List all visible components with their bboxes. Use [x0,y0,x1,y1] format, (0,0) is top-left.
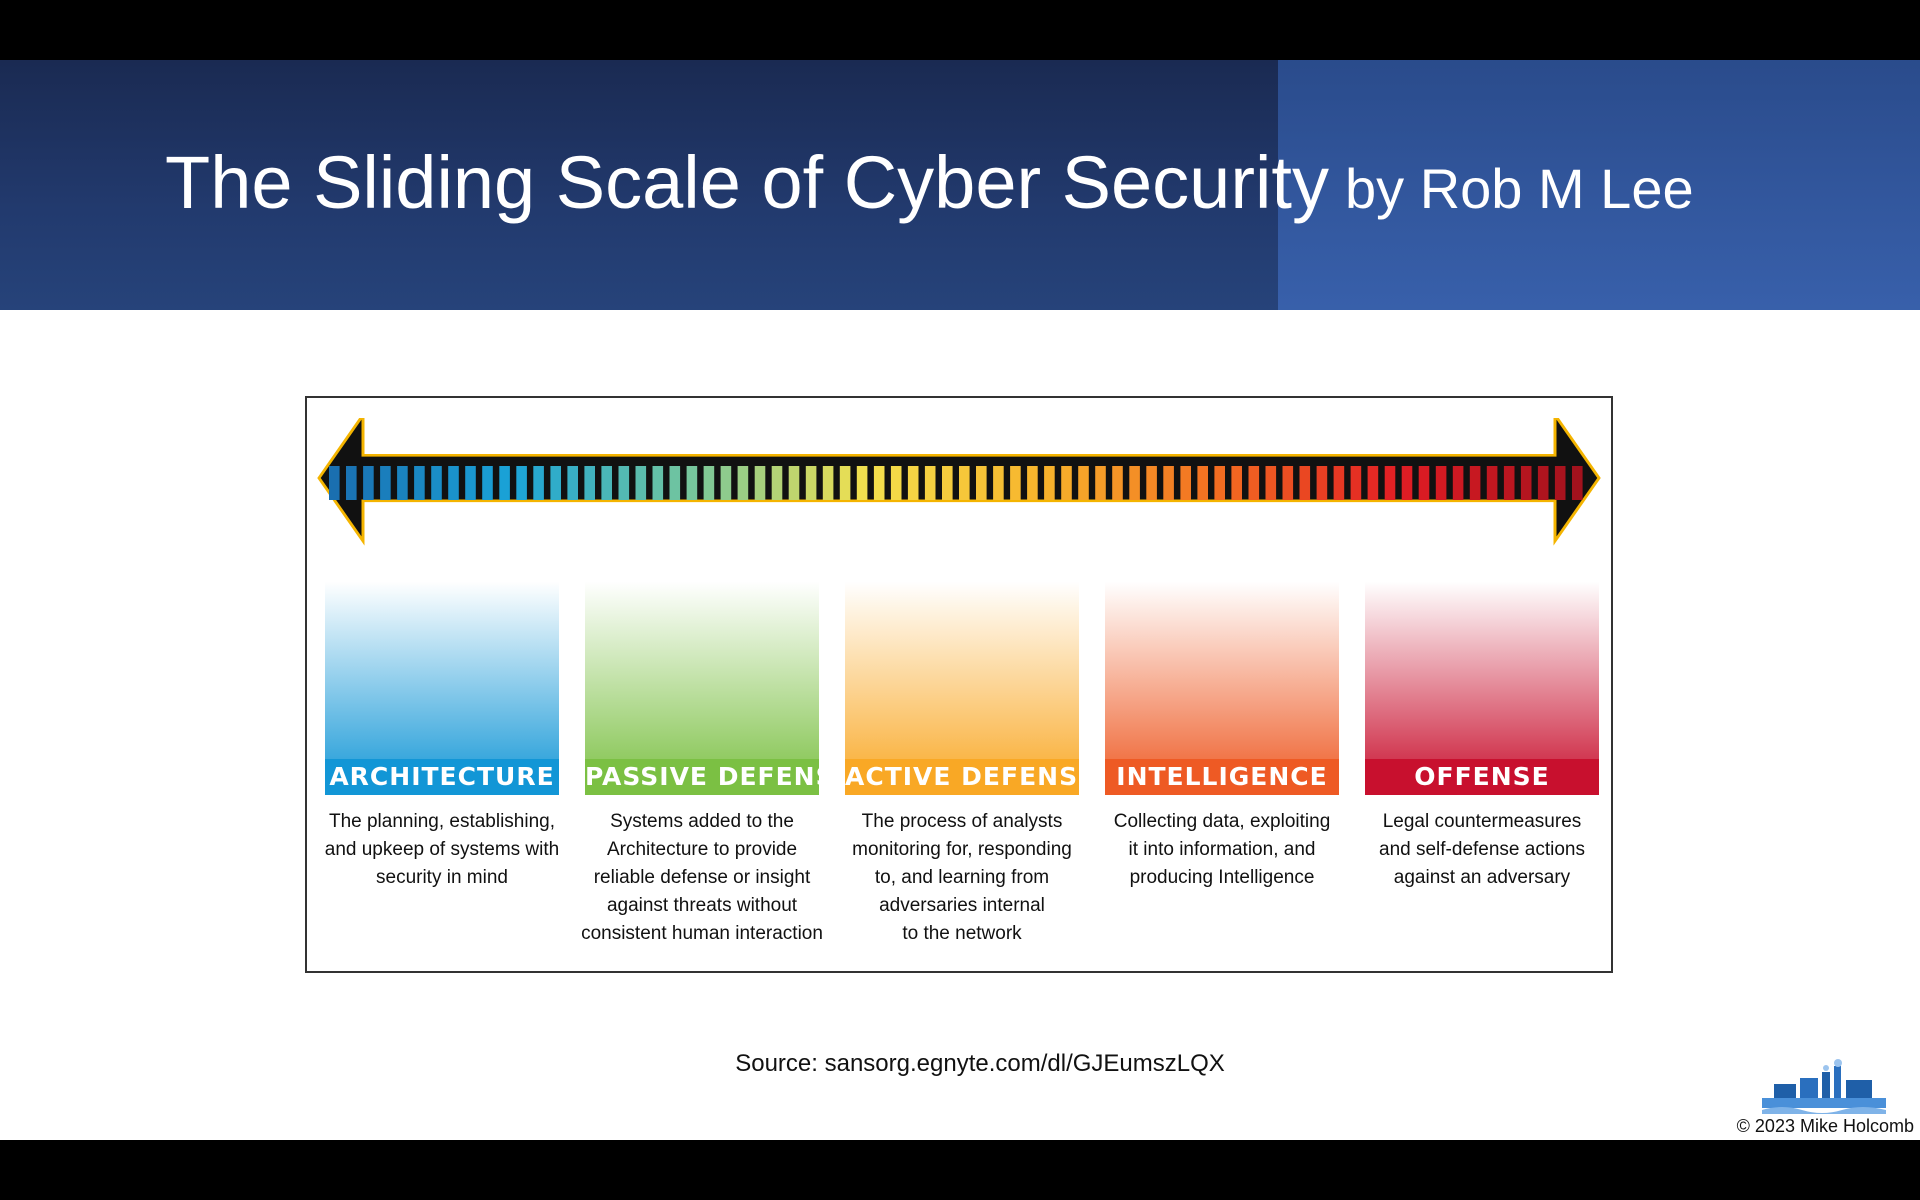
scale-segment [993,466,1004,500]
sliding-scale-diagram: ARCHITECTURE The planning, establishing,… [305,396,1613,973]
scale-segment [1418,466,1430,500]
title-main: The Sliding Scale of Cyber Security [165,141,1329,224]
scale-segment [1554,466,1566,500]
offense-description: Legal countermeasures and self-defense a… [1379,811,1585,888]
slide: The Sliding Scale of Cyber Security by Ro… [0,60,1920,1140]
scale-segment [1486,466,1498,500]
scale-segment [1520,466,1532,500]
scale-segment [1231,466,1242,500]
top-letterbox-bar [0,0,1920,60]
scale-segment [448,466,459,500]
scale-segment [1367,466,1379,500]
scale-segment [1146,466,1157,500]
sliding-scale-arrow [317,418,1601,546]
slide-header: The Sliding Scale of Cyber Security by Ro… [0,60,1920,310]
scale-segment [584,466,595,500]
slide-title: The Sliding Scale of Cyber Security by Ro… [165,140,1694,225]
scale-segment [1061,466,1072,500]
scale-segment [1044,466,1055,500]
scale-segment [1078,466,1089,500]
intelligence-description: Collecting data, exploiting it into info… [1113,811,1331,888]
scale-segment [737,466,749,500]
active-defense-label: ACTIVE DEFENSE [845,759,1095,795]
scale-segment [635,466,647,500]
scale-segment [1010,466,1021,500]
scale-segment [976,466,987,500]
scale-segment [771,466,783,500]
scale-segment [1316,466,1328,500]
scale-segment [1163,466,1174,500]
scale-segment [329,466,340,500]
scale-segment [1452,466,1464,500]
passive-defense-description: Systems added to the Architecture to pro… [581,811,823,944]
scale-segment [1180,466,1191,500]
scale-segment [1197,466,1208,500]
scale-segment [822,466,834,500]
scale-segment [1112,466,1123,500]
intelligence-label: INTELLIGENCE [1105,759,1339,795]
scale-segment [788,466,800,500]
scale-segment [499,466,510,500]
scale-segment [1095,466,1106,500]
scale-segment [482,466,493,500]
scale-segment [839,466,851,500]
scale-segment [1129,466,1140,500]
scale-segment [1503,466,1515,500]
copyright-text: © 2023 Mike Holcomb [1736,1116,1914,1136]
scale-segment [873,466,885,500]
title-sub: by Rob M Lee [1344,157,1694,220]
active-defense-description: The process of analysts monitoring for, … [852,811,1072,944]
scale-segment [754,466,766,500]
scale-segment [1350,466,1362,500]
scale-segment [720,466,732,500]
scale-segment [567,466,578,500]
offense-label: OFFENSE [1365,759,1599,795]
bottom-letterbox-bar [0,1140,1920,1200]
scale-segment [1572,466,1583,500]
scale-segment [1537,466,1549,500]
scale-segment [1333,466,1345,500]
scale-segment [397,466,408,500]
scale-segment [1299,466,1311,500]
scale-segment [380,466,391,500]
scale-segment [924,466,936,500]
scale-segment [363,466,374,500]
scale-segment [890,466,902,500]
scale-segment [550,466,561,500]
scale-segment [805,466,817,500]
scale-segment [669,466,681,500]
industrial-plant-logo-icon [1762,1059,1886,1114]
scale-segment [516,466,527,500]
scale-segment [1384,466,1396,500]
architecture-description: The planning, establishing, and upkeep o… [324,811,560,888]
scale-segment [533,466,544,500]
scale-segment [942,466,953,500]
scale-segment [601,466,612,500]
passive-defense-label: PASSIVE DEFENSE [585,759,852,795]
scale-segment [856,466,868,500]
scale-segment [431,466,442,500]
scale-segment [1265,466,1277,500]
scale-segment [346,466,357,500]
scale-segment [1027,466,1038,500]
scale-segment [1214,466,1225,500]
scale-segment [1469,466,1481,500]
scale-segment [1401,466,1413,500]
architecture-label: ARCHITECTURE [325,759,559,795]
source-link[interactable]: Source: sansorg.egnyte.com/dl/GJEumszLQX [0,1050,1920,1078]
scale-segment [686,466,698,500]
scale-segment [618,466,630,500]
scale-segment [652,466,664,500]
scale-segment [1248,466,1260,500]
scale-segment [907,466,919,500]
scale-segment [1435,466,1447,500]
scale-segment [414,466,425,500]
scale-segment [1282,466,1294,500]
scale-segment [703,466,715,500]
scale-segment [465,466,476,500]
scale-segment [959,466,970,500]
